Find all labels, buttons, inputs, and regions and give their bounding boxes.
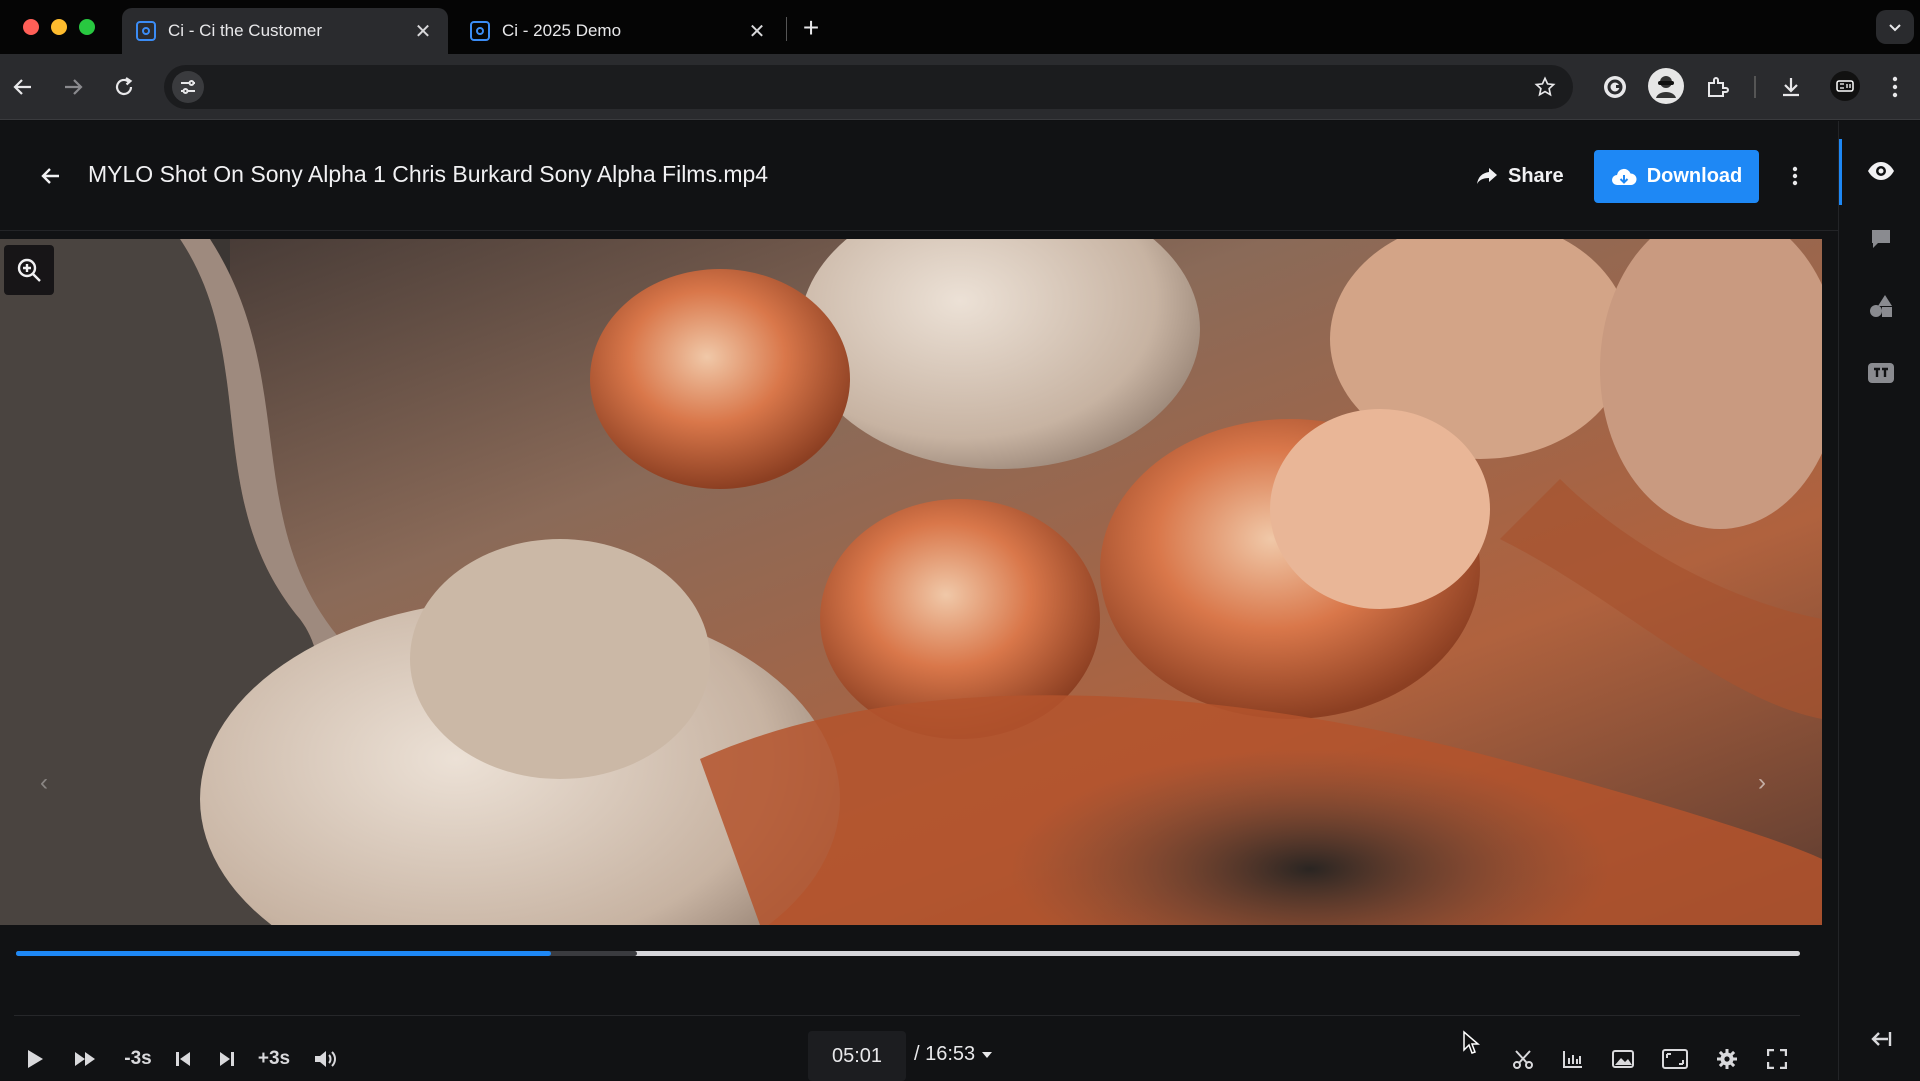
tab-title: Ci - 2025 Demo — [502, 21, 622, 40]
duration-label: / 16:53 — [914, 1043, 976, 1065]
zoom-in-magnifier-icon[interactable] — [4, 245, 54, 295]
new-tab-plus-icon[interactable]: + — [798, 12, 824, 44]
address-bar[interactable] — [164, 65, 1573, 109]
site-settings-icon[interactable] — [172, 71, 204, 103]
window-minimize-button[interactable] — [51, 19, 67, 35]
aspect-ratio-icon[interactable] — [1660, 1042, 1690, 1076]
shapes-icon[interactable] — [1863, 288, 1899, 324]
share-button[interactable]: Share — [1476, 159, 1564, 193]
right-sidebar — [1838, 121, 1920, 1080]
reload-icon[interactable] — [107, 70, 141, 104]
collapse-sidebar-icon[interactable] — [1863, 1021, 1899, 1057]
profile-avatar[interactable] — [1648, 68, 1684, 104]
previous-chevron-icon[interactable]: ‹ — [40, 769, 48, 797]
ci-favicon-icon — [136, 21, 156, 41]
ci-favicon-icon — [470, 21, 490, 41]
cloud-download-icon — [1611, 168, 1637, 185]
audio-levels-icon[interactable] — [1558, 1042, 1588, 1076]
next-chevron-icon[interactable]: › — [1758, 769, 1766, 797]
duration-dropdown[interactable]: / 16:53 — [914, 1043, 993, 1066]
tab-search-chevron-icon[interactable] — [1876, 10, 1914, 44]
share-label: Share — [1508, 164, 1564, 187]
image-frame-icon[interactable] — [1608, 1042, 1638, 1076]
window-close-button[interactable] — [23, 19, 39, 35]
close-icon[interactable]: ✕ — [412, 19, 434, 44]
played-range[interactable] — [16, 951, 551, 956]
skip-back-button[interactable]: -3s — [120, 1042, 156, 1076]
video-still-image — [0, 239, 1822, 925]
extensions-puzzle-icon[interactable] — [1700, 70, 1734, 104]
close-icon[interactable]: ✕ — [746, 19, 768, 44]
file-title: MYLO Shot On Sony Alpha 1 Chris Burkard … — [88, 161, 769, 187]
caret-down-icon — [982, 1051, 993, 1058]
download-button[interactable]: Download — [1594, 150, 1759, 203]
downloads-icon[interactable] — [1774, 70, 1808, 104]
fullscreen-icon[interactable] — [1762, 1042, 1792, 1076]
browser-tab-strip: Ci - Ci the Customer ✕ Ci - 2025 Demo ✕ … — [0, 0, 1920, 54]
more-options-kebab-icon[interactable] — [1782, 159, 1808, 193]
mouse-pointer-icon — [1462, 1030, 1481, 1061]
forward-arrow-icon[interactable] — [56, 70, 90, 104]
toolbar-divider — [1754, 76, 1756, 98]
browser-menu-kebab-icon[interactable] — [1878, 70, 1912, 104]
grammarly-extension-icon[interactable] — [1598, 70, 1632, 104]
video-frame[interactable] — [0, 239, 1822, 925]
play-icon[interactable] — [20, 1042, 50, 1076]
share-icon — [1477, 168, 1497, 184]
extension-badge-icon[interactable] — [1830, 71, 1860, 101]
previous-frame-icon[interactable] — [170, 1042, 196, 1076]
browser-toolbar — [0, 54, 1920, 120]
skip-forward-button[interactable]: +3s — [254, 1042, 294, 1076]
back-arrow-icon[interactable] — [6, 70, 40, 104]
current-time-input[interactable]: 05:01 — [808, 1031, 906, 1081]
scissors-trim-icon[interactable] — [1508, 1042, 1538, 1076]
eye-icon[interactable] — [1863, 153, 1899, 189]
next-frame-icon[interactable] — [214, 1042, 240, 1076]
viewer-header: MYLO Shot On Sony Alpha 1 Chris Burkard … — [0, 121, 1838, 231]
volume-icon[interactable] — [310, 1042, 340, 1076]
settings-gear-icon[interactable] — [1712, 1042, 1742, 1076]
browser-tab-2025-demo[interactable]: Ci - 2025 Demo ✕ — [456, 8, 782, 54]
sidebar-active-indicator — [1839, 139, 1842, 205]
captions-icon[interactable] — [1863, 355, 1899, 391]
media-viewer-app: MYLO Shot On Sony Alpha 1 Chris Burkard … — [0, 121, 1920, 1081]
download-label: Download — [1646, 165, 1743, 187]
controls-divider — [14, 1015, 1800, 1016]
window-zoom-button[interactable] — [79, 19, 95, 35]
bookmark-star-icon[interactable] — [1529, 71, 1561, 103]
fast-forward-icon[interactable] — [70, 1042, 100, 1076]
tab-separator — [786, 17, 787, 41]
comment-icon[interactable] — [1863, 221, 1899, 257]
browser-tab-ci-the-customer[interactable]: Ci - Ci the Customer ✕ — [122, 8, 448, 54]
back-arrow-icon[interactable] — [36, 161, 66, 191]
tab-title: Ci - Ci the Customer — [168, 21, 322, 40]
